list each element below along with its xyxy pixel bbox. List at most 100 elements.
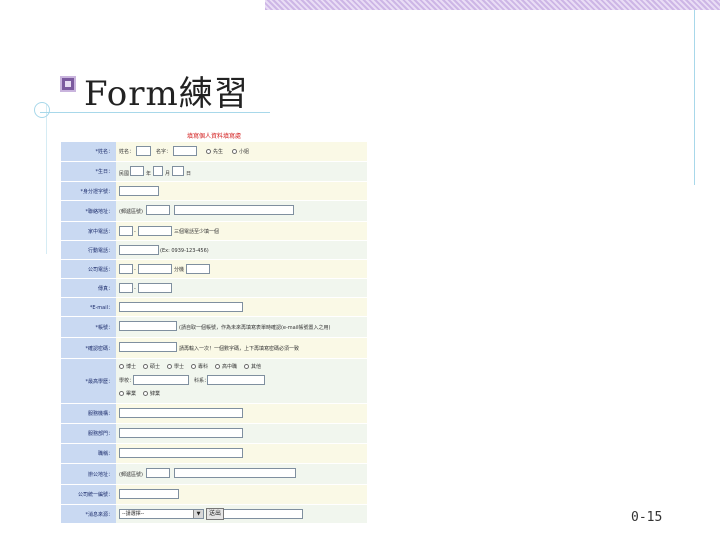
year-label: 年 xyxy=(146,171,152,177)
status-radio-incomplete[interactable] xyxy=(143,391,148,396)
label-mobile: 行動電話： xyxy=(61,241,116,259)
address-input[interactable] xyxy=(174,205,294,215)
label-tax-id: 公司統一編號： xyxy=(61,485,116,504)
edu-label-bachelor: 學士 xyxy=(174,364,185,370)
chevron-down-icon: ▼ xyxy=(193,510,203,518)
office-phone-area-input[interactable] xyxy=(119,264,133,274)
birth-year-input[interactable] xyxy=(130,166,144,176)
surname-label: 姓名： xyxy=(119,149,135,155)
edu-radio-bachelor[interactable] xyxy=(167,364,172,369)
row-office-address: 辦公地址： (郵遞區號) xyxy=(61,464,367,485)
top-pattern-band xyxy=(265,0,720,10)
edu-radio-phd[interactable] xyxy=(119,364,124,369)
tax-id-input[interactable] xyxy=(119,489,179,499)
source-select[interactable]: --請選擇-- ▼ xyxy=(119,509,204,519)
home-phone-input[interactable] xyxy=(138,226,172,236)
edu-label-phd: 博士 xyxy=(126,364,137,370)
submit-button[interactable]: 送出 xyxy=(206,508,224,520)
row-name: *姓名： 姓名： 名字： 先生 小姐 xyxy=(61,142,367,162)
birth-day-input[interactable] xyxy=(172,166,184,176)
home-phone-separator: - xyxy=(134,229,136,235)
office-zip-input[interactable] xyxy=(146,468,170,478)
fax-area-input[interactable] xyxy=(119,283,133,293)
decorative-left-line xyxy=(46,104,47,254)
account-hint: (請自取一個帳號，作為未來再填寫表單時確認(e-mail帳號置入之用) xyxy=(179,325,331,331)
gender-radio-male[interactable] xyxy=(206,149,211,154)
zip-input[interactable] xyxy=(146,205,170,215)
school-input[interactable] xyxy=(133,375,189,385)
status-label-incomplete: 肄業 xyxy=(150,391,161,397)
row-occupation: 服務機構： xyxy=(61,404,367,424)
gender-radio-female[interactable] xyxy=(232,149,237,154)
label-education: *最高學歷： xyxy=(61,359,116,403)
email-input[interactable] xyxy=(119,302,243,312)
id-number-input[interactable] xyxy=(119,186,159,196)
surname-input[interactable] xyxy=(136,146,151,156)
label-source: *消息來源： xyxy=(61,505,116,523)
label-name: *姓名： xyxy=(61,142,116,161)
mobile-input[interactable] xyxy=(119,245,159,255)
office-zip-label: (郵遞區號) xyxy=(119,472,143,478)
edu-label-other: 其他 xyxy=(251,364,262,370)
label-home-phone: 家中電話： xyxy=(61,222,116,240)
row-tax-id: 公司統一編號： xyxy=(61,485,367,505)
form-screenshot: 填寫個人資料填寫處 *姓名： 姓名： 名字： 先生 小姐 *生日： 民國 年 月… xyxy=(58,124,370,526)
era-label: 民國 xyxy=(119,171,130,177)
edu-label-master: 碩士 xyxy=(150,364,161,370)
page-number: 0-15 xyxy=(631,510,663,525)
edu-radio-other[interactable] xyxy=(244,364,249,369)
row-address: *聯絡地址： (郵遞區號) xyxy=(61,201,367,222)
password-input[interactable] xyxy=(119,342,177,352)
label-address: *聯絡地址： xyxy=(61,201,116,221)
school-label: 學校： xyxy=(119,378,135,384)
birth-month-input[interactable] xyxy=(153,166,163,176)
label-job-title: 職稱： xyxy=(61,444,116,463)
form-heading: 填寫個人資料填寫處 xyxy=(186,133,241,140)
given-name-input[interactable] xyxy=(173,146,197,156)
edu-label-college: 專科 xyxy=(198,364,209,370)
phone-hint: 三個電話至少填一個 xyxy=(174,229,220,235)
label-birthday: *生日： xyxy=(61,162,116,181)
label-id-number: *身分證字號： xyxy=(61,182,116,200)
status-radio-graduated[interactable] xyxy=(119,391,124,396)
home-phone-area-input[interactable] xyxy=(119,226,133,236)
row-department: 服務部門： xyxy=(61,424,367,444)
status-label-graduated: 畢業 xyxy=(126,391,137,397)
account-input[interactable] xyxy=(119,321,177,331)
decorative-circle xyxy=(34,102,50,118)
registration-form: *姓名： 姓名： 名字： 先生 小姐 *生日： 民國 年 月 日 *身分證字號：… xyxy=(61,142,367,524)
job-title-input[interactable] xyxy=(119,448,243,458)
row-education: *最高學歷： 博士 碩士 學士 專科 高中職 其他 學校： 科系： 畢業 肄業 xyxy=(61,359,367,404)
label-occupation: 服務機構： xyxy=(61,404,116,423)
edu-label-highschool: 高中職 xyxy=(222,364,238,370)
extension-input[interactable] xyxy=(186,264,210,274)
edu-radio-highschool[interactable] xyxy=(215,364,220,369)
mobile-hint: (Ex: 0939-123-456) xyxy=(160,248,209,254)
department-input[interactable] xyxy=(119,428,243,438)
slide-title: Form練習 xyxy=(84,74,249,114)
given-name-label: 名字： xyxy=(156,149,172,155)
occupation-input[interactable] xyxy=(119,408,243,418)
label-email: *E-mail： xyxy=(61,298,116,316)
gender-label-female: 小姐 xyxy=(239,149,250,155)
row-account: *帳號： (請自取一個帳號，作為未來再填寫表單時確認(e-mail帳號置入之用) xyxy=(61,317,367,338)
row-id-number: *身分證字號： xyxy=(61,182,367,201)
row-password: *確認密碼： 請再輸入一次！一個數字碼，上下再填寫密碼必須一致 xyxy=(61,338,367,359)
office-phone-separator: - xyxy=(134,267,136,273)
office-address-input[interactable] xyxy=(174,468,296,478)
office-phone-input[interactable] xyxy=(138,264,172,274)
label-password: *確認密碼： xyxy=(61,338,116,358)
fax-separator: - xyxy=(134,286,136,292)
row-birthday: *生日： 民國 年 月 日 xyxy=(61,162,367,182)
day-label: 日 xyxy=(186,171,192,177)
gender-label-male: 先生 xyxy=(213,149,224,155)
fax-input[interactable] xyxy=(138,283,172,293)
dept-input[interactable] xyxy=(207,375,265,385)
row-office-phone: 公司電話： - 分機 xyxy=(61,260,367,279)
extension-label: 分機 xyxy=(174,267,185,273)
row-email: *E-mail： xyxy=(61,298,367,317)
edu-radio-master[interactable] xyxy=(143,364,148,369)
edu-radio-college[interactable] xyxy=(191,364,196,369)
row-home-phone: 家中電話： - 三個電話至少填一個 xyxy=(61,222,367,241)
label-office-phone: 公司電話： xyxy=(61,260,116,278)
